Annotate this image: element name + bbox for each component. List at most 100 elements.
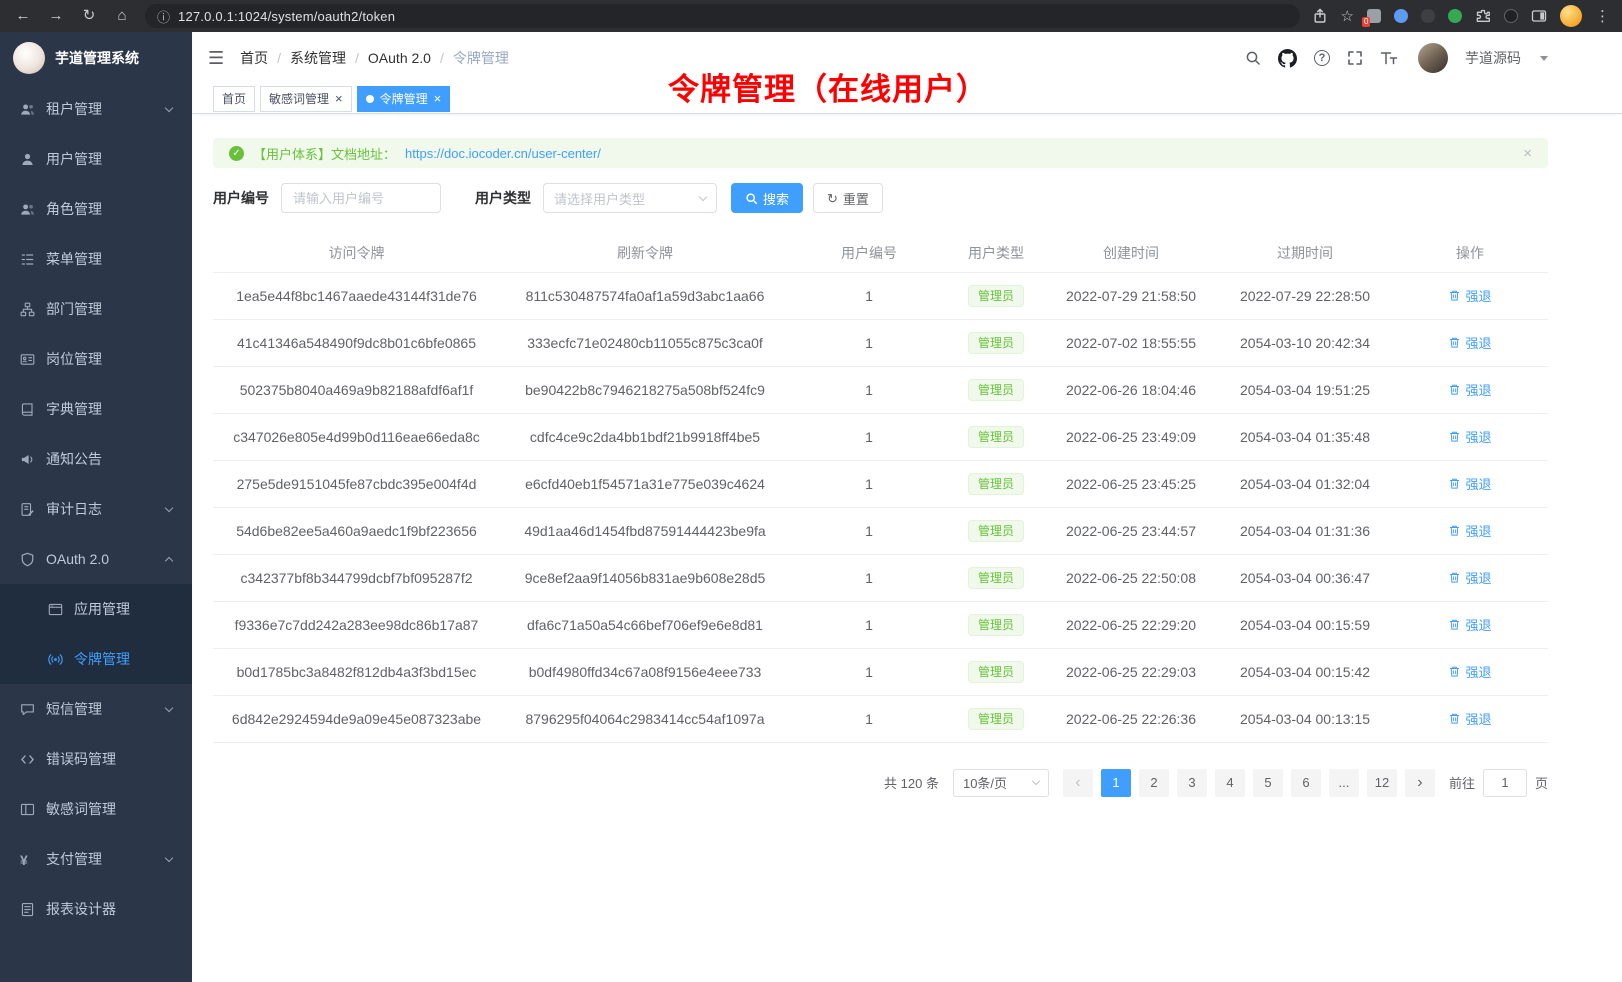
force-logout-button[interactable]: 强退 [1448,662,1491,681]
page-button-5[interactable]: 5 [1253,769,1283,797]
chevron-down-icon [165,853,173,861]
fullscreen-icon[interactable] [1347,50,1363,66]
user-id-input[interactable] [281,183,441,213]
table-row: c342377bf8b344799dcbf7bf095287f2 9ce8ef2… [213,554,1548,601]
home-icon[interactable]: ⌂ [113,0,131,32]
doc-link[interactable]: https://doc.iocoder.cn/user-center/ [405,146,601,161]
force-logout-button[interactable]: 强退 [1448,380,1491,399]
sidebar-item-tenant[interactable]: 租户管理 [0,84,192,134]
sidebar-item-error-code[interactable]: 错误码管理 [0,734,192,784]
page-button-6[interactable]: 6 [1291,769,1321,797]
chat-bubble-icon [20,702,35,717]
sidebar-item-dict[interactable]: 字典管理 [0,384,192,434]
user-type-select[interactable]: 请选择用户类型 [543,183,717,213]
search-form: 用户编号 用户类型 请选择用户类型 搜索 ↻ 重置 [213,183,1548,213]
reload-icon[interactable]: ↻ [80,0,98,32]
chevron-up-icon [165,557,173,565]
force-logout-button[interactable]: 强退 [1448,333,1491,352]
browser-menu-icon[interactable]: ⋮ [1595,7,1610,25]
sidebar-item-payment[interactable]: ¥ 支付管理 [0,834,192,884]
hamburger-icon[interactable]: ☰ [208,48,224,69]
sidebar-item-token-management[interactable]: 令牌管理 [0,634,192,684]
breadcrumb-current: 令牌管理 [453,48,509,68]
sidebar-item-sms[interactable]: 短信管理 [0,684,192,734]
force-logout-button[interactable]: 强退 [1448,568,1491,587]
page-button-1[interactable]: 1 [1101,769,1131,797]
close-icon[interactable]: × [434,92,442,105]
sidebar-item-menu[interactable]: 菜单管理 [0,234,192,284]
user-type-badge: 管理员 [968,520,1024,542]
prev-page-button[interactable]: ‹ [1063,769,1093,797]
tab-home[interactable]: 首页 [213,86,255,112]
page-button-2[interactable]: 2 [1139,769,1169,797]
sidebar-item-sensitive-words[interactable]: 敏感词管理 [0,784,192,834]
github-icon[interactable] [1278,49,1297,68]
reset-button[interactable]: ↻ 重置 [813,183,883,213]
share-icon[interactable] [1312,8,1328,24]
search-button[interactable]: 搜索 [731,183,803,213]
page-size-select[interactable]: 10条/页 [953,769,1049,797]
col-user-type: 用户类型 [948,234,1044,272]
force-logout-button[interactable]: 强退 [1448,709,1491,728]
site-info-icon[interactable]: ⓘ [157,7,170,26]
sidebar-item-role[interactable]: 角色管理 [0,184,192,234]
extension-icon-5[interactable] [1504,9,1518,23]
sidebar-item-audit-log[interactable]: 审计日志 [0,484,192,534]
tab-sensitive-words[interactable]: 敏感词管理 × [260,86,352,112]
extensions-puzzle-icon[interactable] [1475,8,1491,24]
extension-icon-3[interactable] [1421,9,1435,23]
force-logout-button[interactable]: 强退 [1448,615,1491,634]
breadcrumb-home[interactable]: 首页 [240,48,268,68]
next-page-button[interactable]: › [1405,769,1435,797]
breadcrumb-oauth2[interactable]: OAuth 2.0 [368,50,431,66]
url-bar[interactable]: ⓘ 127.0.0.1:1024/system/oauth2/token [145,4,1300,28]
tab-token-management[interactable]: 令牌管理 × [357,86,451,112]
sidebar-item-dept[interactable]: 部门管理 [0,284,192,334]
browser-profile-avatar[interactable] [1560,5,1582,27]
force-logout-button[interactable]: 强退 [1448,521,1491,540]
tree-list-icon [20,252,35,267]
force-logout-button[interactable]: 强退 [1448,286,1491,305]
page-button-12[interactable]: 12 [1367,769,1397,797]
close-icon[interactable]: × [335,92,343,105]
goto-page-input[interactable] [1483,769,1527,797]
user-id-label: 用户编号 [213,188,269,208]
breadcrumb-system[interactable]: 系统管理 [290,48,346,68]
search-icon[interactable] [1245,50,1261,66]
user-type-badge: 管理员 [968,285,1024,307]
split-view-icon[interactable] [1531,8,1547,24]
sidebar-item-report-designer[interactable]: 报表设计器 [0,884,192,934]
success-check-icon: ✓ [229,146,244,161]
caret-down-icon[interactable] [1540,56,1548,61]
total-count: 共 120 条 [884,773,939,792]
username[interactable]: 芋道源码 [1465,48,1521,68]
force-logout-button[interactable]: 强退 [1448,427,1491,446]
app-logo[interactable]: 芋道管理系统 [0,32,192,84]
back-icon[interactable]: ← [14,0,32,32]
extension-icon-4[interactable] [1448,9,1462,23]
extension-icon-2[interactable] [1394,9,1408,23]
sidebar-item-user[interactable]: 用户管理 [0,134,192,184]
sidebar-item-notice[interactable]: 通知公告 [0,434,192,484]
extension-icon-1[interactable]: 0 [1367,9,1381,23]
page-button-4[interactable]: 4 [1215,769,1245,797]
sidebar-item-app-management[interactable]: 应用管理 [0,584,192,634]
sidebar-item-oauth2[interactable]: OAuth 2.0 [0,534,192,584]
user-type-badge: 管理员 [968,332,1024,354]
browser-chrome: ← → ↻ ⌂ ⓘ 127.0.0.1:1024/system/oauth2/t… [0,0,1622,32]
page-ellipsis[interactable]: ... [1329,769,1359,797]
alert-close-icon[interactable]: × [1523,145,1532,162]
goto-label: 前往 [1449,773,1475,792]
extension-badge: 0 [1362,17,1370,27]
force-logout-button[interactable]: 强退 [1448,474,1491,493]
page-button-3[interactable]: 3 [1177,769,1207,797]
help-icon[interactable]: ? [1314,50,1330,66]
col-expire-time: 过期时间 [1218,234,1392,272]
columns-icon [20,802,35,817]
user-avatar[interactable] [1418,43,1448,73]
sidebar-item-post[interactable]: 岗位管理 [0,334,192,384]
bookmark-star-icon[interactable]: ☆ [1341,7,1354,25]
forward-icon[interactable]: → [47,0,65,32]
active-dot [366,95,374,103]
font-size-icon[interactable] [1380,50,1398,66]
